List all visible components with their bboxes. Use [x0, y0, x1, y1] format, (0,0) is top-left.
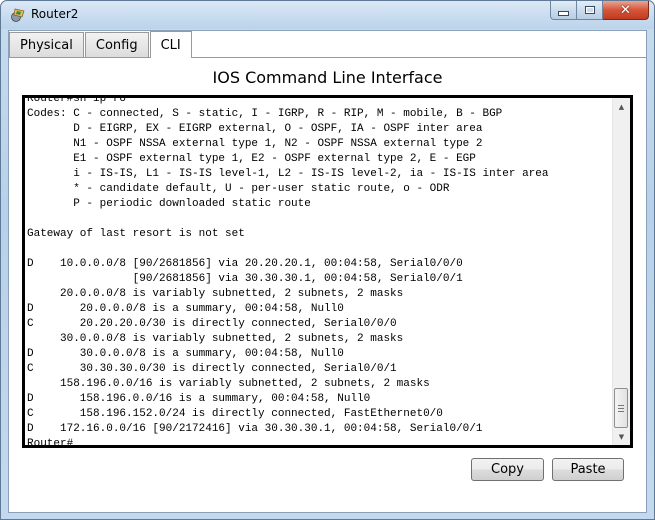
minimize-icon [558, 10, 569, 16]
window-controls: ✕ [550, 1, 649, 21]
terminal-line: D - EIGRP, EX - EIGRP external, O - OSPF… [73, 123, 483, 135]
scroll-down-arrow-icon[interactable]: ▼ [613, 428, 630, 445]
terminal-line: D 10.0.0.0/8 [90/2681856] via 20.20.20.1… [27, 258, 463, 270]
close-button[interactable]: ✕ [603, 1, 649, 20]
tab-bar: Physical Config CLI [9, 31, 193, 58]
scroll-up-arrow-icon[interactable]: ▲ [613, 98, 630, 115]
terminal-line: P - periodic downloaded static route [73, 198, 311, 210]
terminal-line: C 158.196.152.0/24 is directly connected… [27, 408, 443, 420]
maximize-button[interactable] [577, 1, 603, 20]
scrollbar-thumb[interactable] [614, 388, 628, 428]
terminal-line: 20.0.0.0/8 is variably subnetted, 2 subn… [60, 288, 404, 300]
terminal-line: Router# [27, 438, 74, 448]
terminal-line: C 30.30.30.0/30 is directly connected, S… [27, 363, 397, 375]
tab-cli[interactable]: CLI [149, 31, 192, 58]
terminal-scrollbar[interactable]: ▲ ▼ [612, 98, 630, 445]
maximize-icon [584, 6, 595, 14]
paste-button[interactable]: Paste [552, 458, 624, 481]
terminal-line: 158.196.0.0/16 is variably subnetted, 2 … [60, 378, 430, 390]
terminal-line: E1 - OSPF external type 1, E2 - OSPF ext… [73, 153, 476, 165]
copy-button[interactable]: Copy [471, 458, 544, 481]
terminal-line: D 20.0.0.0/8 is a summary, 00:04:58, Nul… [27, 303, 344, 315]
minimize-button[interactable] [550, 1, 577, 20]
window-content: Physical Config CLI IOS Command Line Int… [8, 30, 647, 513]
terminal-line: * - candidate default, U - per-user stat… [73, 183, 450, 195]
terminal-line: 30.0.0.0/8 is variably subnetted, 2 subn… [60, 333, 404, 345]
terminal-line: N1 - OSPF NSSA external type 1, N2 - OSP… [73, 138, 483, 150]
grip-icon [618, 404, 624, 412]
terminal-line: D 30.0.0.0/8 is a summary, 00:04:58, Nul… [27, 348, 344, 360]
terminal-line: Router#sh ip ro [27, 95, 127, 105]
router2-window: Router2 ✕ Physical Config CLI IOS Comman… [0, 0, 655, 520]
cli-heading: IOS Command Line Interface [212, 68, 443, 87]
tab-physical[interactable]: Physical [9, 32, 84, 57]
tab-config[interactable]: Config [84, 32, 149, 57]
terminal-line: Codes: C - connected, S - static, I - IG… [27, 108, 503, 120]
terminal-line: D 172.16.0.0/16 [90/2172416] via 30.30.3… [27, 423, 483, 435]
terminal-line: D 158.196.0.0/16 is a summary, 00:04:58,… [27, 393, 371, 405]
close-icon: ✕ [620, 2, 631, 18]
router-device-icon [11, 8, 25, 22]
terminal-line: i - IS-IS, L1 - IS-IS level-1, L2 - IS-I… [73, 168, 549, 180]
terminal-line: [90/2681856] via 30.30.30.1, 00:04:58, S… [132, 273, 463, 285]
title-bar[interactable]: Router2 ✕ [1, 1, 654, 29]
window-title: Router2 [31, 7, 79, 21]
terminal-output[interactable]: Router#sh ip ro Codes: C - connected, S … [27, 95, 610, 448]
terminal-line: C 20.20.20.0/30 is directly connected, S… [27, 318, 397, 330]
cli-terminal[interactable]: Router#sh ip ro Codes: C - connected, S … [22, 95, 633, 448]
terminal-line: Gateway of last resort is not set [27, 228, 245, 240]
